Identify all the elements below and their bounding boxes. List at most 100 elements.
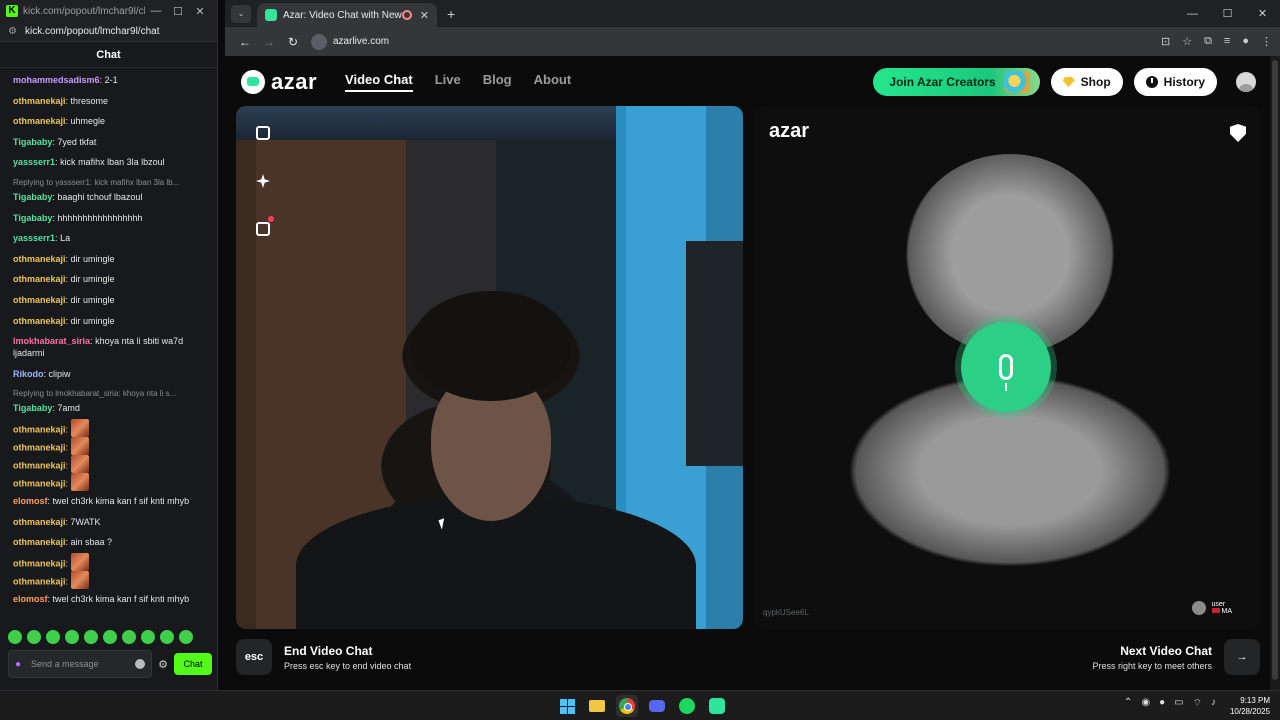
chat-username[interactable]: elomosf <box>13 594 48 604</box>
chat-username[interactable]: othmanekaji <box>13 96 66 106</box>
nav-about[interactable]: About <box>534 72 572 92</box>
chat-username[interactable]: othmanekaji <box>13 558 66 568</box>
emote-icon[interactable] <box>122 630 136 644</box>
new-tab-button[interactable]: + <box>447 6 455 22</box>
maximize-button[interactable]: ☐ <box>1210 7 1245 20</box>
emote-icon[interactable] <box>141 630 155 644</box>
site-info-icon[interactable]: ⚙ <box>8 26 17 37</box>
end-video-chat[interactable]: End Video Chat Press esc key to end vide… <box>284 644 411 671</box>
next-video-chat[interactable]: Next Video Chat Press right key to meet … <box>1092 644 1212 671</box>
emote-icon[interactable] <box>103 630 117 644</box>
close-button[interactable]: ✕ <box>189 5 211 18</box>
minimize-button[interactable]: — <box>145 5 167 17</box>
chat-username[interactable]: othmanekaji <box>13 254 66 264</box>
chat-settings-gear-icon[interactable]: ⚙ <box>158 658 168 671</box>
microphone-tray-icon[interactable]: ● <box>1159 697 1165 710</box>
reload-icon[interactable]: ↻ <box>281 35 305 49</box>
face-filter-icon[interactable] <box>256 216 274 236</box>
maximize-button[interactable]: ☐ <box>167 5 189 18</box>
taskbar-clock[interactable]: 9:13 PM 10/28/2025 <box>1230 695 1270 717</box>
chat-username[interactable]: othmanekaji <box>13 442 66 452</box>
emote-icon[interactable] <box>8 630 22 644</box>
azar-app-icon[interactable] <box>706 695 728 717</box>
emote-icon[interactable] <box>65 630 79 644</box>
show-hidden-icons-icon[interactable]: ⌃ <box>1124 697 1132 710</box>
voice-only-mic-button[interactable] <box>961 322 1051 412</box>
popout-url-bar[interactable]: ⚙ kick.com/popout/lmchar9l/chat <box>0 22 217 42</box>
chat-username[interactable]: othmanekaji <box>13 478 66 488</box>
chat-username[interactable]: othmanekaji <box>13 316 66 326</box>
chat-username[interactable]: yassserr1 <box>13 157 55 167</box>
display-icon[interactable]: ▭ <box>1174 697 1183 710</box>
effects-sparkle-icon[interactable] <box>256 174 270 188</box>
send-message-input[interactable]: ● Send a message <box>8 650 153 678</box>
chat-username[interactable]: Tigababy <box>13 137 52 147</box>
next-arrow-button[interactable]: → <box>1224 639 1260 675</box>
close-button[interactable]: ✕ <box>1245 7 1280 20</box>
chat-username[interactable]: othmanekaji <box>13 460 66 470</box>
chat-username[interactable]: Tigababy <box>13 213 52 223</box>
esc-key-button[interactable]: esc <box>236 639 272 675</box>
chat-username[interactable]: elomosf <box>13 496 48 506</box>
reply-context[interactable]: Replying to yassserr1: kick mafihx lban … <box>13 177 204 189</box>
media-controls-icon[interactable]: ≡ <box>1224 35 1230 48</box>
close-tab-icon[interactable]: ✕ <box>420 9 429 22</box>
minimize-button[interactable]: — <box>1175 8 1210 20</box>
start-windows-icon[interactable] <box>556 695 578 717</box>
emote-icon[interactable] <box>160 630 174 644</box>
spotify-icon[interactable] <box>676 695 698 717</box>
install-app-icon[interactable]: ⊡ <box>1161 35 1170 48</box>
file-explorer-icon[interactable] <box>586 695 608 717</box>
forward-icon[interactable]: → <box>257 35 281 49</box>
menu-kebab-icon[interactable]: ⋮ <box>1261 35 1272 48</box>
chat-username[interactable]: yassserr1 <box>13 233 55 243</box>
extensions-icon[interactable]: ⧉ <box>1204 35 1212 48</box>
join-creators-button[interactable]: Join Azar Creators <box>873 68 1040 96</box>
emoji-picker-icon[interactable] <box>135 659 146 669</box>
profile-icon[interactable]: ● <box>1242 35 1249 48</box>
chat-username[interactable]: othmanekaji <box>13 274 66 284</box>
chat-username[interactable]: mohammedsadism6 <box>13 75 100 85</box>
chat-username[interactable]: Rikodo <box>13 369 44 379</box>
discord-tray-icon[interactable]: ◉ <box>1141 697 1150 710</box>
page-scrollbar[interactable] <box>1270 56 1280 690</box>
tab-azar[interactable]: Azar: Video Chat with New ✕ <box>257 3 437 27</box>
profile-avatar-icon[interactable] <box>1236 72 1256 92</box>
chat-username[interactable]: othmanekaji <box>13 517 66 527</box>
address-bar[interactable]: azarlive.com <box>311 30 1161 53</box>
volume-icon[interactable]: ♪ <box>1211 697 1216 710</box>
bookmark-star-icon[interactable]: ☆ <box>1182 35 1192 48</box>
minimize-video-icon[interactable] <box>256 126 270 140</box>
chat-username[interactable]: Tigababy <box>13 403 52 413</box>
chat-username[interactable]: othmanekaji <box>13 424 66 434</box>
chat-username[interactable]: lmokhabarat_siria <box>13 336 90 346</box>
chat-username[interactable]: othmanekaji <box>13 576 66 586</box>
clock-icon <box>1145 76 1158 88</box>
nav-blog[interactable]: Blog <box>483 72 512 92</box>
chat-message: othmanekaji: <box>13 436 204 455</box>
emote-icon[interactable] <box>179 630 193 644</box>
report-shield-icon[interactable] <box>1230 124 1246 142</box>
nav-video-chat[interactable]: Video Chat <box>345 72 413 92</box>
wifi-icon[interactable]: ⌔ <box>1193 697 1202 710</box>
reply-context[interactable]: Replying to lmokhabarat_siria: khoya nta… <box>13 388 204 400</box>
shop-button[interactable]: Shop <box>1050 68 1123 96</box>
azar-logo[interactable]: azar <box>241 69 317 95</box>
send-chat-button[interactable]: Chat <box>174 653 212 675</box>
emote-icon[interactable] <box>46 630 60 644</box>
chat-username[interactable]: Tigababy <box>13 192 52 202</box>
chat-username[interactable]: othmanekaji <box>13 537 66 547</box>
site-info-icon[interactable] <box>311 33 327 50</box>
chat-username[interactable]: othmanekaji <box>13 295 66 305</box>
taskbar-apps <box>556 695 728 717</box>
back-icon[interactable]: ← <box>233 35 257 49</box>
discord-icon[interactable] <box>646 695 668 717</box>
tab-search-chevron-icon[interactable]: ⌄ <box>231 4 251 23</box>
history-button[interactable]: History <box>1133 68 1217 96</box>
chrome-icon[interactable] <box>616 695 638 717</box>
chat-username[interactable]: othmanekaji <box>13 116 66 126</box>
nav-live[interactable]: Live <box>435 72 461 92</box>
microphone-icon[interactable]: ● <box>15 659 21 670</box>
emote-icon[interactable] <box>27 630 41 644</box>
emote-icon[interactable] <box>84 630 98 644</box>
